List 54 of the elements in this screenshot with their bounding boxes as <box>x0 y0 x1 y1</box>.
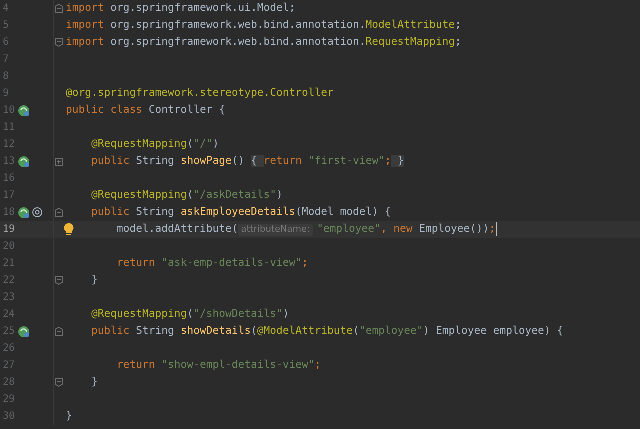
line-number: 22 <box>2 274 16 288</box>
bean-icon[interactable] <box>18 104 30 116</box>
lightbulb-icon[interactable] <box>64 223 74 236</box>
code-line: @RequestMapping("/showDetails") <box>90 307 290 322</box>
line-number: 26 <box>2 342 16 356</box>
code-line: return "show-empl-details-view"; <box>116 358 322 373</box>
line-number: 27 <box>2 359 16 373</box>
code-line: } <box>90 375 98 390</box>
code-line: import org.springframework.web.bind.annotation.ModelAttribute; <box>66 18 462 33</box>
code-line: public String showDetails(@ModelAttribute("employee") Employee employee) { <box>90 324 564 339</box>
line-number: 11 <box>2 121 16 135</box>
line-number: 4 <box>2 2 10 16</box>
line-number: 9 <box>2 87 10 101</box>
bean-icon[interactable] <box>18 206 30 218</box>
code-line: model.addAttribute( attributeName: "employee", new Employee()); <box>116 220 497 238</box>
line-number: 28 <box>2 376 16 390</box>
line-number: 25 <box>2 325 16 339</box>
bean-icon[interactable] <box>18 156 30 168</box>
code-line: @org.springframework.stereotype.Controller <box>66 86 334 101</box>
code-line: } <box>66 409 72 424</box>
code-line: public class Controller { <box>66 103 226 118</box>
expand-fold-icon[interactable] <box>55 158 63 166</box>
line-number: 21 <box>2 257 16 271</box>
fold-marker-icon[interactable] <box>55 327 63 336</box>
line-number: 7 <box>2 53 10 67</box>
line-number: 10 <box>2 104 16 118</box>
code-line: } <box>90 273 98 288</box>
fold-end-marker-icon[interactable] <box>55 378 63 387</box>
fold-end-marker-icon[interactable] <box>55 38 63 47</box>
line-number: 8 <box>2 70 10 84</box>
line-number: 29 <box>2 393 16 407</box>
line-number: 13 <box>2 155 16 169</box>
line-number: 30 <box>2 410 16 424</box>
line-number: 20 <box>2 240 16 254</box>
line-number: 19 <box>2 223 16 237</box>
bean-icon[interactable] <box>18 326 30 338</box>
line-number: 24 <box>2 308 16 322</box>
fold-marker-icon[interactable] <box>55 4 63 13</box>
code-line: return "ask-emp-details-view"; <box>116 256 308 271</box>
code-line: public String showPage() { return "first-view"; } <box>90 154 404 169</box>
code-line: import org.springframework.ui.Model; <box>66 1 296 16</box>
line-number: 18 <box>2 206 16 220</box>
code-line: @RequestMapping("/askDetails") <box>90 188 283 203</box>
line-number: 5 <box>2 19 10 33</box>
line-number: 6 <box>2 36 10 50</box>
line-number: 17 <box>2 189 16 203</box>
line-number: 12 <box>2 138 16 152</box>
code-line: @RequestMapping("/") <box>90 137 220 152</box>
line-number: 16 <box>2 172 16 186</box>
fold-marker-icon[interactable] <box>55 208 63 217</box>
code-line: import org.springframework.web.bind.annotation.RequestMapping; <box>66 35 462 50</box>
line-number: 23 <box>2 291 16 305</box>
code-line: public String askEmployeeDetails(Model model) { <box>90 205 392 220</box>
fold-end-marker-icon[interactable] <box>55 276 63 285</box>
